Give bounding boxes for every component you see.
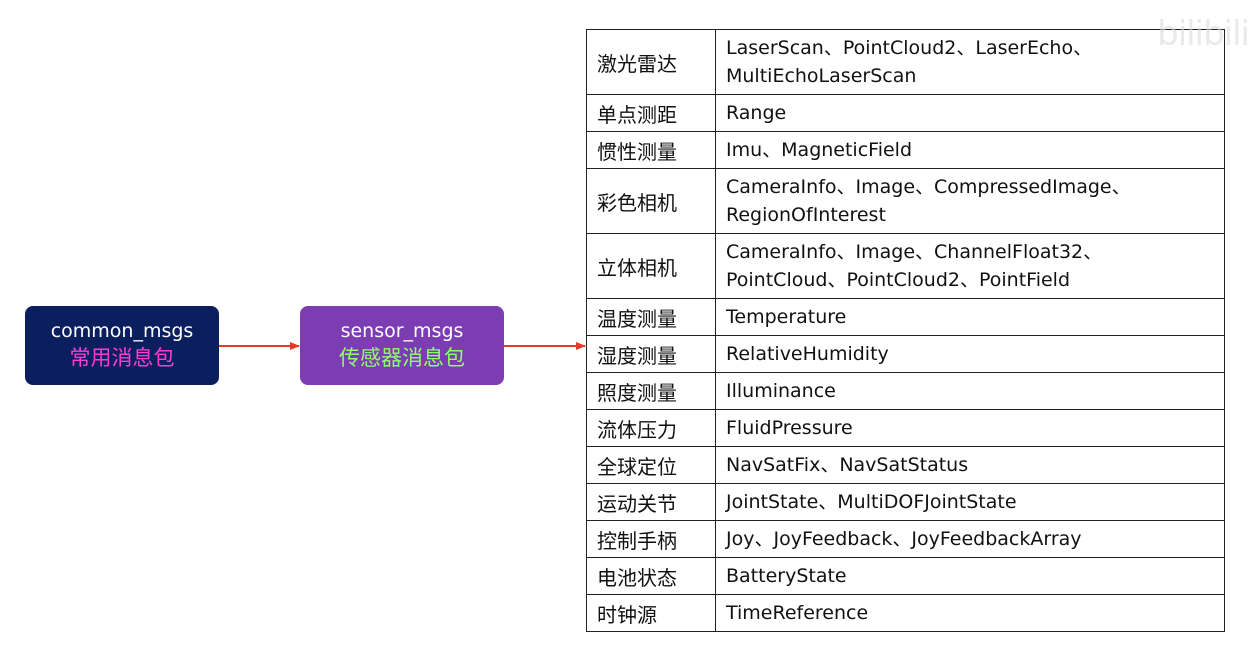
- table-row: 立体相机 CameraInfo、Image、ChannelFloat32、 Poin…: [586, 233, 1225, 299]
- common-msgs-chinese-name: 常用消息包: [69, 345, 175, 370]
- table-row: 彩色相机 CameraInfo、Image、CompressedImage、 Reg…: [586, 168, 1225, 234]
- table-row: 流体压力 FluidPressure: [586, 409, 1225, 447]
- message-types-line: BatteryState: [726, 565, 847, 587]
- message-types-line: Imu、MagneticField: [726, 139, 913, 161]
- message-types-cell: RelativeHumidity: [715, 335, 1225, 373]
- sensor-category-cell: 惯性测量: [586, 131, 716, 169]
- sensor-category-cell: 控制手柄: [586, 520, 716, 558]
- sensor-msgs-table-body: 激光雷达 LaserScan、PointCloud2、LaserEcho、 Mult…: [586, 29, 1225, 632]
- message-types-cell: Range: [715, 94, 1225, 132]
- message-types-line: PointCloud、PointCloud2、PointField: [726, 269, 1071, 291]
- message-types-line: FluidPressure: [726, 417, 853, 439]
- table-row: 电池状态 BatteryState: [586, 557, 1225, 595]
- message-types-line: RegionOfInterest: [726, 204, 886, 226]
- message-types-cell: Imu、MagneticField: [715, 131, 1225, 169]
- sensor-category-cell: 时钟源: [586, 594, 716, 632]
- table-row: 控制手柄 Joy、JoyFeedback、JoyFeedbackArray: [586, 520, 1225, 558]
- message-types-line: CameraInfo、Image、CompressedImage、: [726, 176, 1131, 198]
- message-types-line: MultiEchoLaserScan: [726, 65, 917, 87]
- message-types-cell: CameraInfo、Image、ChannelFloat32、 PointClo…: [715, 233, 1225, 299]
- table-row: 全球定位 NavSatFix、NavSatStatus: [586, 446, 1225, 484]
- message-types-line: NavSatFix、NavSatStatus: [726, 454, 969, 476]
- sensor-category-cell: 电池状态: [586, 557, 716, 595]
- message-types-line: Temperature: [726, 306, 847, 328]
- table-row: 激光雷达 LaserScan、PointCloud2、LaserEcho、 Mult…: [586, 29, 1225, 95]
- sensor-category-cell: 湿度测量: [586, 335, 716, 373]
- message-types-line: TimeReference: [726, 602, 869, 624]
- sensor-category-cell: 流体压力: [586, 409, 716, 447]
- table-row: 单点测距 Range: [586, 94, 1225, 132]
- message-types-line: RelativeHumidity: [726, 343, 889, 365]
- message-types-cell: Illuminance: [715, 372, 1225, 410]
- table-row: 湿度测量 RelativeHumidity: [586, 335, 1225, 373]
- message-types-cell: CameraInfo、Image、CompressedImage、 RegionO…: [715, 168, 1225, 234]
- message-types-cell: JointState、MultiDOFJointState: [715, 483, 1225, 521]
- message-types-cell: BatteryState: [715, 557, 1225, 595]
- message-types-line: LaserScan、PointCloud2、LaserEcho、: [726, 37, 1093, 59]
- sensor-category-cell: 立体相机: [586, 233, 716, 299]
- sensor-category-cell: 彩色相机: [586, 168, 716, 234]
- message-types-cell: FluidPressure: [715, 409, 1225, 447]
- sensor-category-cell: 运动关节: [586, 483, 716, 521]
- message-types-cell: TimeReference: [715, 594, 1225, 632]
- table-row: 运动关节 JointState、MultiDOFJointState: [586, 483, 1225, 521]
- message-types-cell: Joy、JoyFeedback、JoyFeedbackArray: [715, 520, 1225, 558]
- message-types-cell: NavSatFix、NavSatStatus: [715, 446, 1225, 484]
- sensor-msgs-node: sensor_msgs 传感器消息包: [300, 306, 504, 385]
- sensor-msgs-name: sensor_msgs: [340, 320, 464, 342]
- sensor-category-cell: 单点测距: [586, 94, 716, 132]
- sensor-category-cell: 激光雷达: [586, 29, 716, 95]
- table-row: 照度测量 Illuminance: [586, 372, 1225, 410]
- message-types-cell: LaserScan、PointCloud2、LaserEcho、 MultiEch…: [715, 29, 1225, 95]
- message-types-cell: Temperature: [715, 298, 1225, 336]
- sensor-category-cell: 全球定位: [586, 446, 716, 484]
- message-types-line: CameraInfo、Image、ChannelFloat32、: [726, 241, 1103, 263]
- common-msgs-name: common_msgs: [50, 320, 194, 342]
- message-types-line: Joy、JoyFeedback、JoyFeedbackArray: [726, 528, 1082, 550]
- common-msgs-node: common_msgs 常用消息包: [25, 306, 219, 385]
- sensor-category-cell: 照度测量: [586, 372, 716, 410]
- sensor-msgs-table: 激光雷达 LaserScan、PointCloud2、LaserEcho、 Mult…: [586, 29, 1225, 632]
- message-types-line: JointState、MultiDOFJointState: [726, 491, 1017, 513]
- sensor-msgs-chinese-name: 传感器消息包: [339, 345, 465, 370]
- table-row: 温度测量 Temperature: [586, 298, 1225, 336]
- message-types-line: Illuminance: [726, 380, 836, 402]
- sensor-category-cell: 温度测量: [586, 298, 716, 336]
- table-row: 惯性测量 Imu、MagneticField: [586, 131, 1225, 169]
- bilibili-watermark: bilibili: [1157, 14, 1250, 54]
- message-types-line: Range: [726, 102, 787, 124]
- table-row: 时钟源 TimeReference: [586, 594, 1225, 632]
